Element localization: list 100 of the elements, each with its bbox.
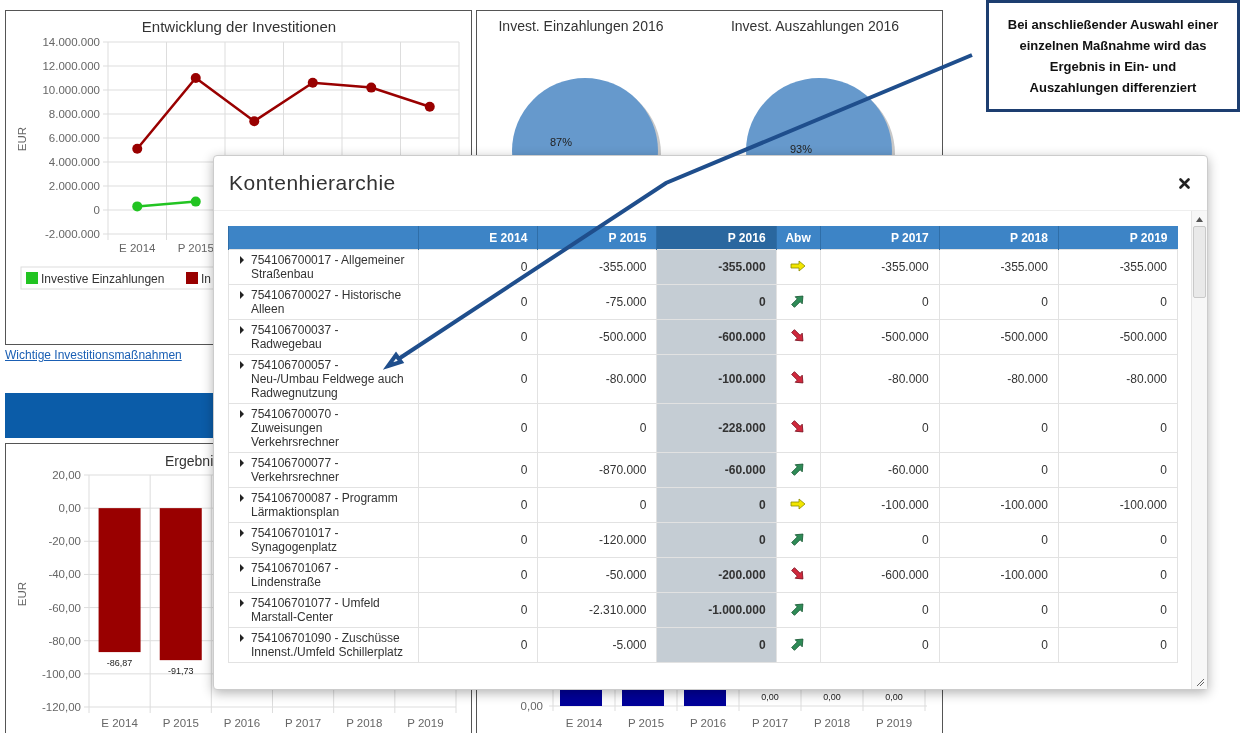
account-name: 754106700070 - Zuweisungen Verkehrsrechner	[251, 407, 341, 449]
table-cell: -500.000	[1058, 319, 1178, 355]
table-cell: -600.000	[820, 557, 940, 593]
table-cell: 0	[939, 627, 1059, 663]
axis-tick-label: 14.000.000	[42, 36, 100, 48]
table-cell: -200.000	[656, 557, 777, 593]
axis-tick-label: 8.000.000	[48, 108, 100, 120]
scrollbar-thumb[interactable]	[1193, 226, 1206, 298]
account-name: 754106700027 - Historische Alleen	[251, 288, 403, 316]
axis-tick-label: P 2018	[346, 717, 383, 729]
column-header[interactable]: P 2016	[656, 226, 777, 250]
table-cell: 0	[820, 592, 940, 628]
data-label: -86,87	[106, 658, 133, 669]
table-cell: 0	[939, 284, 1059, 320]
arrow-up-icon[interactable]	[1196, 217, 1203, 222]
table-cell: -2.310.000	[537, 592, 657, 628]
table-cell: -355.000	[537, 249, 657, 285]
table-cell: -80.000	[939, 354, 1059, 404]
table-cell: -120.000	[537, 522, 657, 558]
column-header[interactable]: P 2018	[939, 226, 1059, 250]
table-cell: 0	[537, 487, 657, 523]
table-cell: -355.000	[656, 249, 777, 285]
caret-icon[interactable]	[239, 326, 246, 334]
table-cell: 0	[820, 627, 940, 663]
table-cell: 0	[418, 249, 538, 285]
axis-tick-label: -40,00	[48, 568, 81, 581]
table-cell: 0	[656, 522, 777, 558]
account-name: 754106701090 - Zuschüsse Innenst./Umfeld Schillerplatz	[251, 631, 405, 659]
caret-icon[interactable]	[239, 361, 246, 369]
table-cell: 0	[939, 522, 1059, 558]
axis-tick-label: P 2016	[689, 717, 727, 729]
table-cell: 0	[1058, 592, 1178, 628]
axis-tick-label: P 2019	[407, 717, 444, 729]
caret-icon[interactable]	[239, 634, 246, 642]
axis-tick-label: E 2014	[565, 717, 603, 729]
data-point	[366, 82, 377, 93]
close-icon[interactable]	[1179, 177, 1190, 189]
caret-icon[interactable]	[239, 529, 246, 537]
column-header[interactable]: P 2015	[537, 226, 657, 250]
table-cell: 0	[1058, 452, 1178, 488]
table-cell: -500.000	[820, 319, 940, 355]
account-name: 754106701067 - Lindenstraße	[251, 561, 340, 589]
caret-icon[interactable]	[239, 459, 246, 467]
table-cell: 0	[939, 403, 1059, 453]
link[interactable]: Wichtige Investitionsmaßnahmen	[5, 348, 182, 362]
column-header[interactable]: P 2019	[1058, 226, 1178, 250]
table-cell: -100.000	[939, 557, 1059, 593]
table-cell: -355.000	[939, 249, 1059, 285]
table-cell: 0	[820, 284, 940, 320]
table-cell: -600.000	[656, 319, 777, 355]
table-cell: 0	[1058, 522, 1178, 558]
data-point	[307, 77, 318, 88]
table-cell: 0	[939, 452, 1059, 488]
caret-icon[interactable]	[239, 564, 246, 572]
table-cell: -355.000	[1058, 249, 1178, 285]
table-cell: 0	[418, 557, 538, 593]
account-name: 754106700017 - Allgemeiner Straßenbau	[251, 253, 406, 281]
caret-icon[interactable]	[239, 494, 246, 502]
table-cell: -80.000	[537, 354, 657, 404]
chart-title: Invest. Einzahlungen 2016	[498, 18, 664, 34]
caret-icon[interactable]	[239, 256, 246, 264]
axis-tick-label: -2.000.000	[45, 228, 100, 240]
axis-tick-label: 4.000.000	[48, 156, 100, 168]
axis-tick-label: 0,00	[58, 502, 81, 515]
caret-icon[interactable]	[239, 291, 246, 299]
column-header[interactable]: E 2014	[418, 226, 538, 250]
legend-swatch	[26, 272, 38, 284]
table-cell: 0	[820, 522, 940, 558]
table-cell: -50.000	[537, 557, 657, 593]
axis-tick-label: 12.000.000	[42, 60, 100, 72]
pie-label: 87%	[550, 136, 573, 148]
table-cell: 0	[1058, 403, 1178, 453]
table-cell: 0	[418, 284, 538, 320]
table-cell: 0	[418, 319, 538, 355]
caret-icon[interactable]	[239, 410, 246, 418]
column-header[interactable]: Abw	[776, 226, 821, 250]
table-cell: 0	[537, 403, 657, 453]
resize-grip-icon[interactable]	[1195, 678, 1204, 686]
table-cell: -100.000	[820, 487, 940, 523]
caret-icon[interactable]	[239, 599, 246, 607]
account-name: 754106701077 - Umfeld Marstall-Center	[251, 596, 381, 624]
column-header[interactable]: P 2017	[820, 226, 940, 250]
axis-tick-label: E 2014	[101, 717, 138, 729]
axis-tick-label: P 2017	[284, 717, 322, 729]
table-cell: 0	[656, 627, 777, 663]
account-name: 754106700077 - Verkehrsrechner	[251, 456, 341, 484]
axis-tick-label: 20,00	[52, 469, 81, 481]
table-cell: -60.000	[656, 452, 777, 488]
data-point	[132, 143, 143, 154]
table-cell: -5.000	[537, 627, 657, 663]
data-label: -91,73	[168, 666, 194, 677]
axis-tick-label: P 2015	[177, 242, 214, 254]
axis-title: EUR	[16, 581, 28, 607]
table-cell: -60.000	[820, 452, 940, 488]
legend-swatch	[186, 272, 198, 284]
table-cell: -80.000	[820, 354, 940, 404]
data-point	[249, 116, 260, 127]
account-name: 754106701017 - Synagogenplatz	[251, 526, 340, 554]
scrollbar[interactable]	[1191, 211, 1207, 689]
table-cell: -100.000	[656, 354, 777, 404]
